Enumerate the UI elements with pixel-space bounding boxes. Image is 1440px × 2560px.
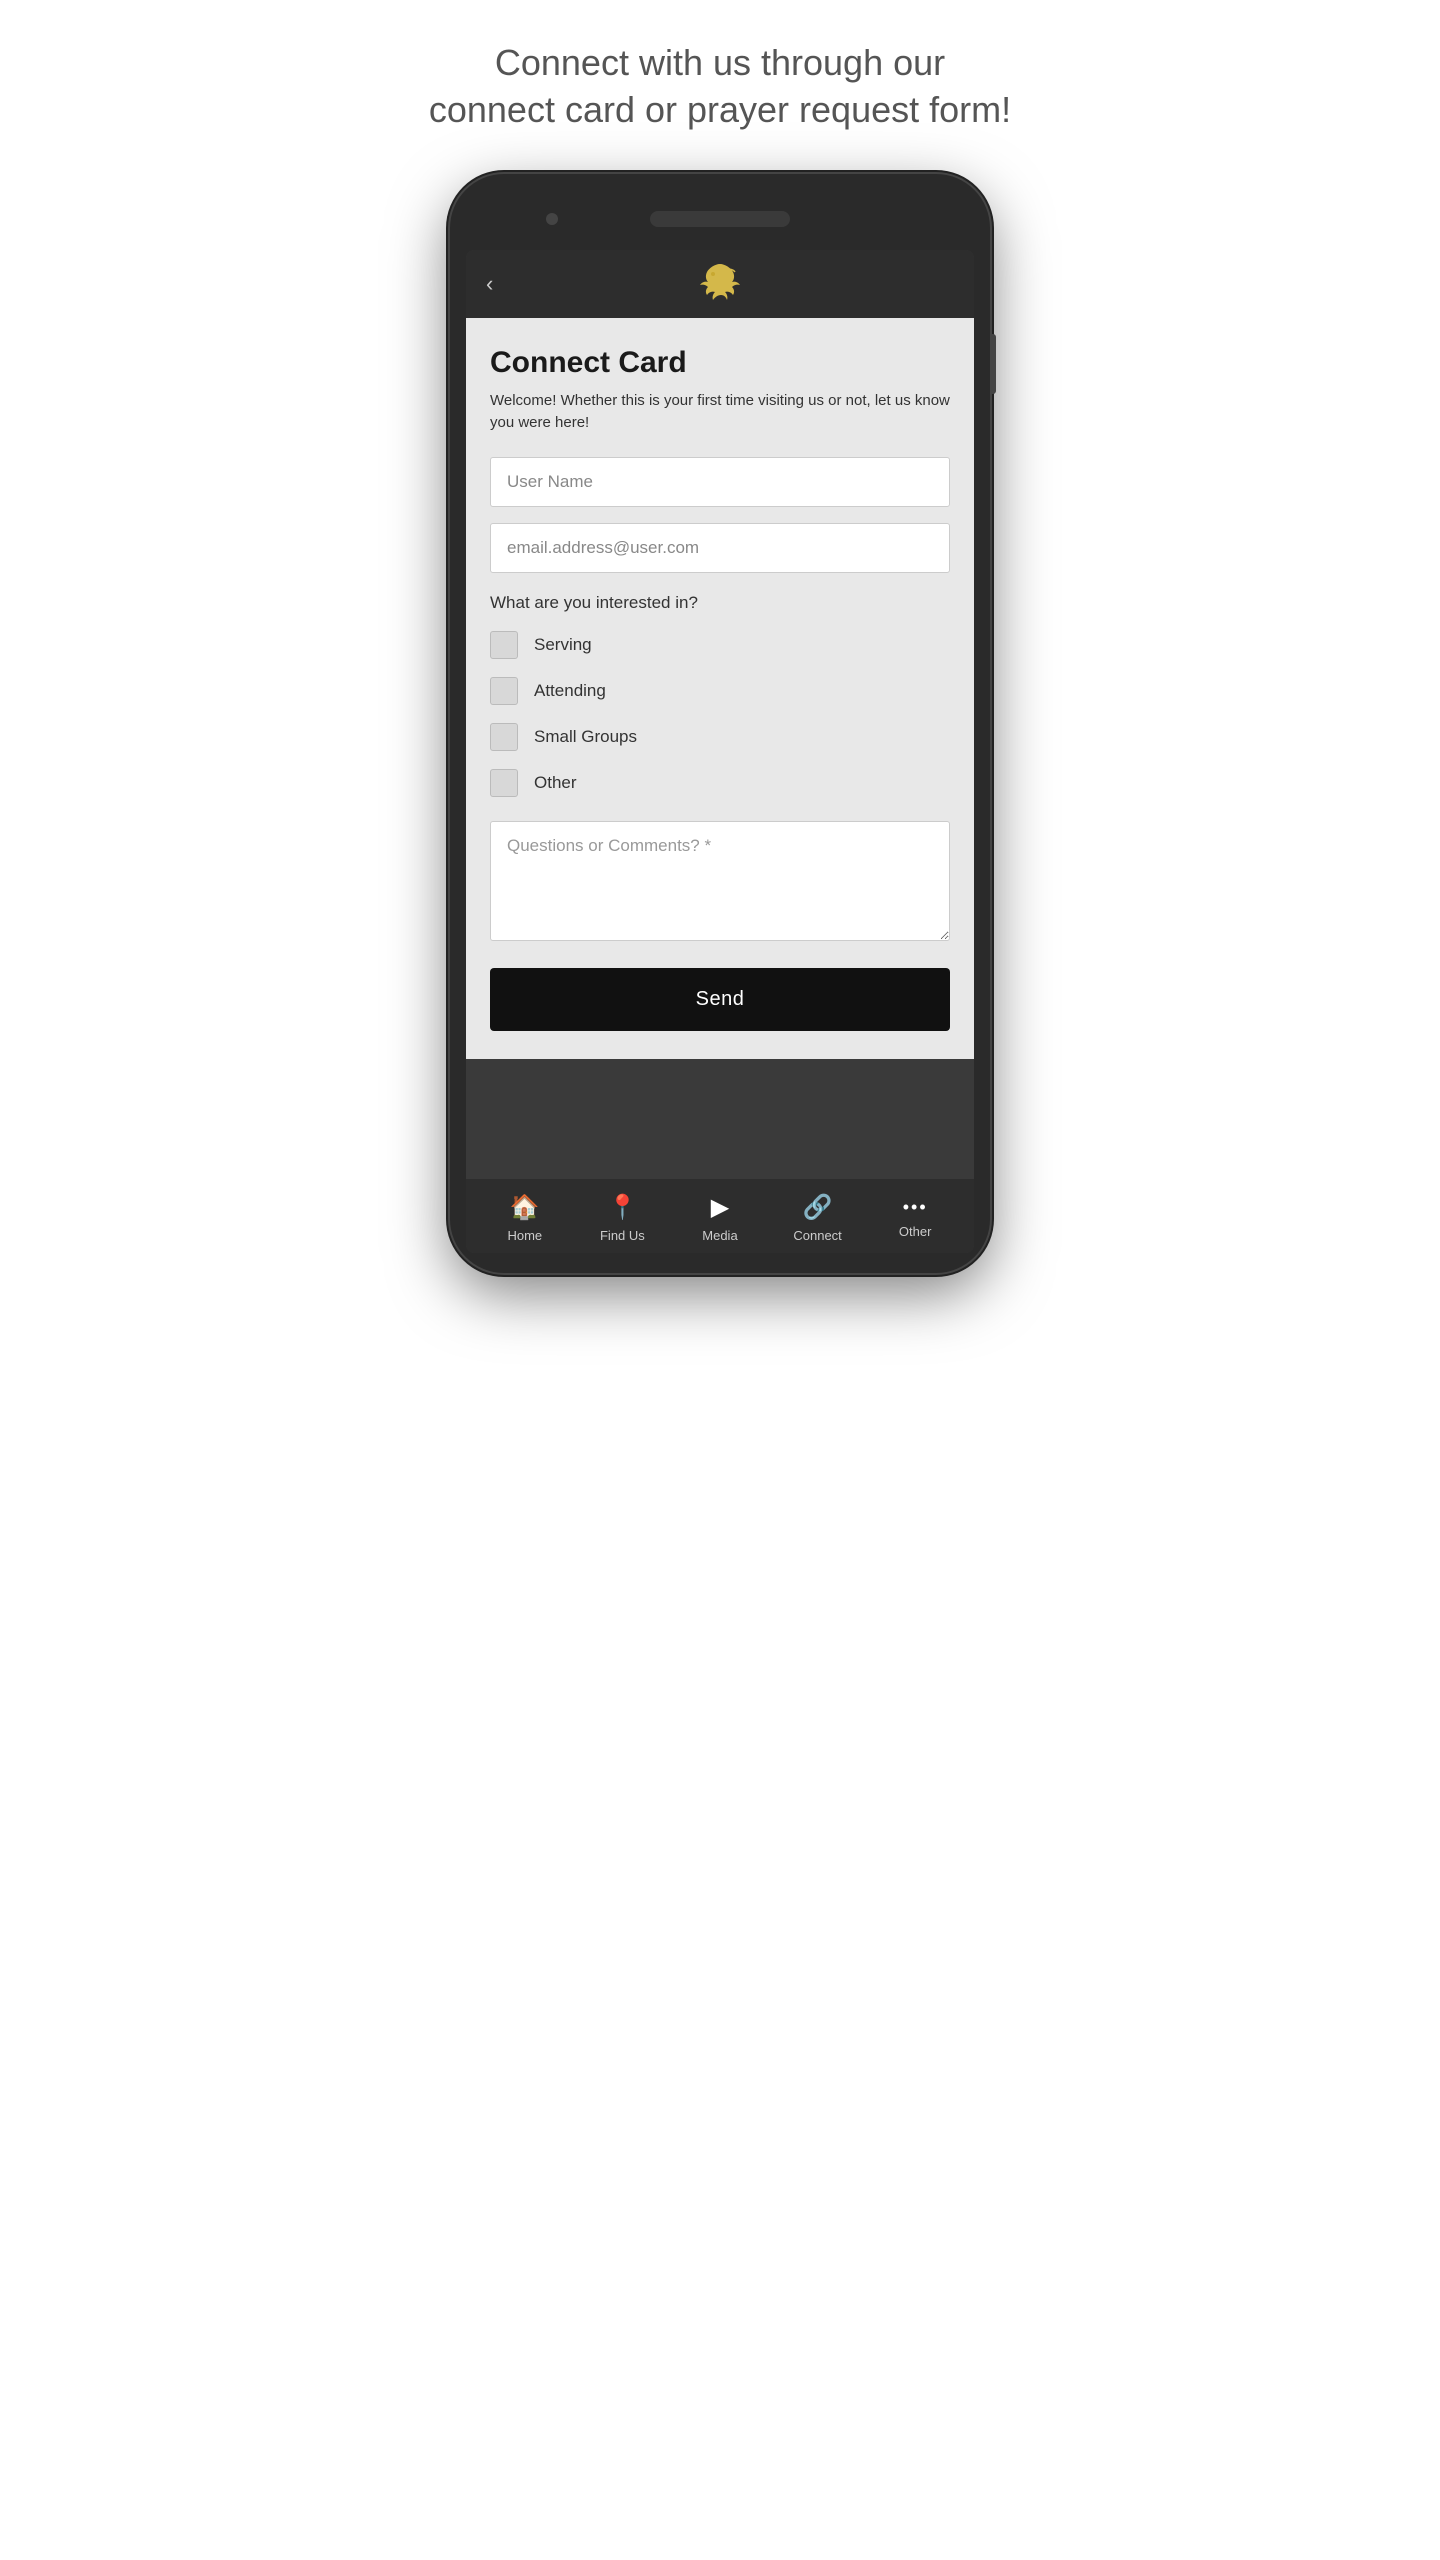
checkbox-attending-box[interactable] — [490, 677, 518, 705]
checkbox-attending[interactable]: Attending — [490, 677, 950, 705]
home-icon: 🏠 — [510, 1193, 540, 1222]
app-header: ‹ — [466, 250, 974, 318]
checkbox-group: Serving Attending Small Groups Other — [490, 631, 950, 797]
phone-camera — [546, 213, 558, 225]
form-title: Connect Card — [490, 346, 950, 380]
back-button[interactable]: ‹ — [486, 271, 493, 297]
nav-other-label: Other — [899, 1224, 932, 1239]
nav-media-label: Media — [702, 1228, 737, 1243]
connect-icon: 🔗 — [803, 1193, 833, 1222]
nav-connect-label: Connect — [793, 1228, 841, 1243]
checkbox-other-box[interactable] — [490, 769, 518, 797]
play-icon: ▶ — [711, 1193, 729, 1222]
checkbox-smallgroups-box[interactable] — [490, 723, 518, 751]
bottom-nav: 🏠 Home 📍 Find Us ▶ Media 🔗 Connect ••• O… — [466, 1179, 974, 1253]
send-button[interactable]: Send — [490, 968, 950, 1031]
checkbox-other-label: Other — [534, 773, 577, 793]
dove-logo — [695, 262, 745, 306]
nav-media[interactable]: ▶ Media — [680, 1193, 760, 1243]
email-input[interactable] — [490, 523, 950, 573]
phone-speaker — [650, 211, 790, 227]
interest-label: What are you interested in? — [490, 593, 950, 613]
checkbox-smallgroups-label: Small Groups — [534, 727, 637, 747]
form-subtitle: Welcome! Whether this is your first time… — [490, 390, 950, 435]
more-icon: ••• — [903, 1197, 928, 1218]
username-input[interactable] — [490, 457, 950, 507]
comments-textarea[interactable] — [490, 821, 950, 941]
phone-screen: ‹ Connect Card Welcome! Whether this is … — [466, 250, 974, 1253]
nav-home-label: Home — [507, 1228, 542, 1243]
nav-findus-label: Find Us — [600, 1228, 645, 1243]
checkbox-serving-box[interactable] — [490, 631, 518, 659]
checkbox-other[interactable]: Other — [490, 769, 950, 797]
nav-connect[interactable]: 🔗 Connect — [778, 1193, 858, 1243]
checkbox-attending-label: Attending — [534, 681, 606, 701]
form-card: Connect Card Welcome! Whether this is yo… — [466, 318, 974, 1059]
phone-top-bar — [466, 194, 974, 244]
location-icon: 📍 — [607, 1193, 637, 1222]
phone-bottom-space — [466, 1059, 974, 1179]
phone-shell: ‹ Connect Card Welcome! Whether this is … — [450, 174, 990, 1273]
nav-findus[interactable]: 📍 Find Us — [582, 1193, 662, 1243]
checkbox-serving-label: Serving — [534, 635, 592, 655]
checkbox-serving[interactable]: Serving — [490, 631, 950, 659]
nav-other[interactable]: ••• Other — [875, 1197, 955, 1239]
checkbox-smallgroups[interactable]: Small Groups — [490, 723, 950, 751]
nav-home[interactable]: 🏠 Home — [485, 1193, 565, 1243]
page-title: Connect with us through our connect card… — [429, 40, 1011, 134]
